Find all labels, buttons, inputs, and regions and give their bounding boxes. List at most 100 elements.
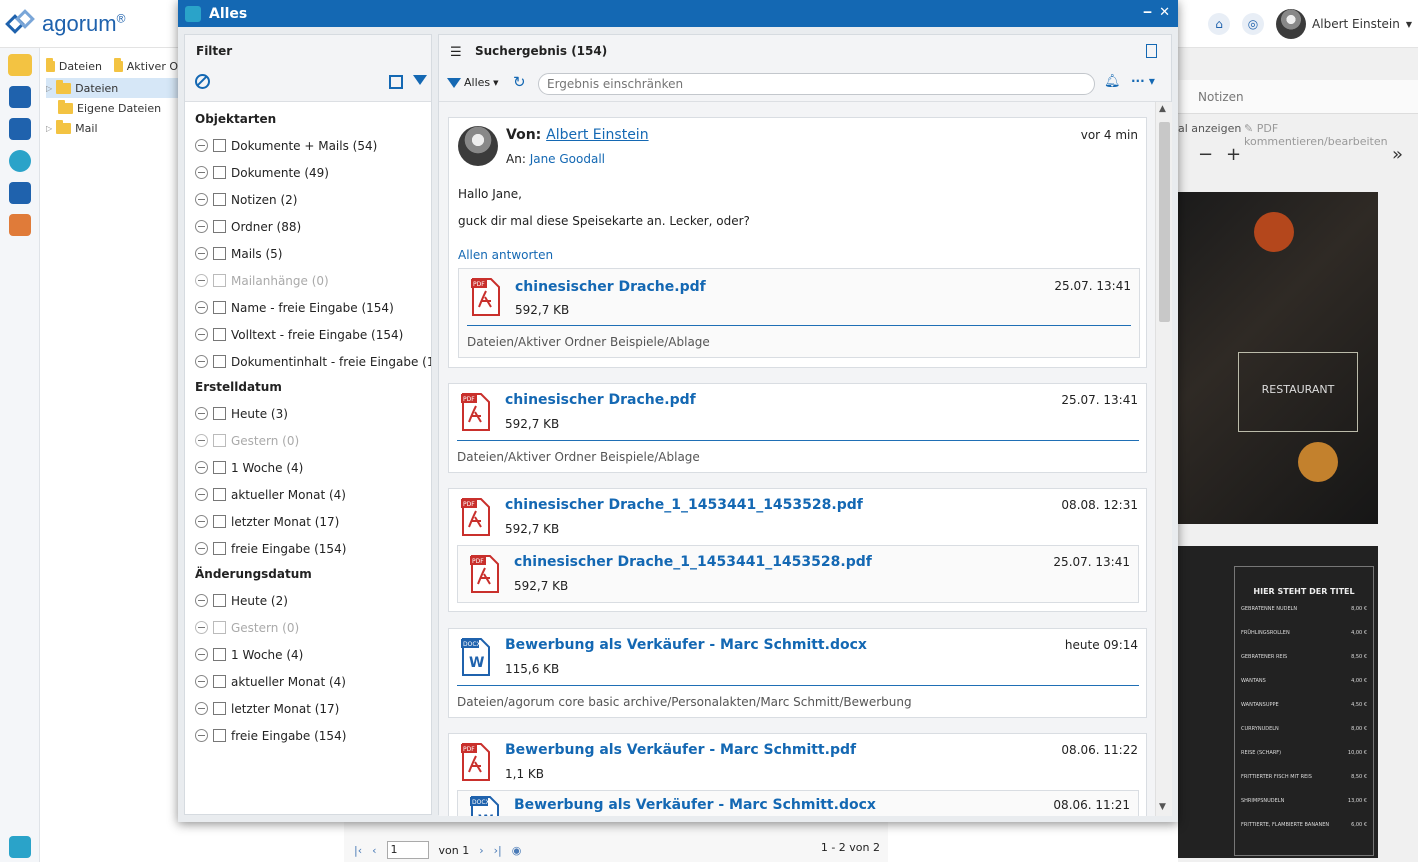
- exclude-icon[interactable]: [195, 434, 208, 447]
- refresh-icon[interactable]: ↻: [513, 73, 526, 91]
- tree-item-eigene-dateien[interactable]: Eigene Dateien: [46, 98, 178, 118]
- reply-all-link[interactable]: Allen antworten: [458, 248, 553, 262]
- exclude-icon[interactable]: [195, 166, 208, 179]
- filter-option[interactable]: Volltext - freie Eingabe (154): [185, 321, 431, 348]
- version-card[interactable]: PDF chinesischer Drache_1_1453441_145352…: [457, 545, 1139, 603]
- filter-option[interactable]: Name - freie Eingabe (154): [185, 294, 431, 321]
- filter-checkbox[interactable]: [213, 301, 226, 314]
- agorum-logo[interactable]: agorum®: [5, 8, 176, 40]
- show-action[interactable]: al anzeigen: [1178, 122, 1241, 135]
- version-card[interactable]: DOCX W Bewerbung als Verkäufer - Marc Sch…: [457, 790, 1139, 816]
- attachment-card[interactable]: PDF chinesischer Drache.pdf 592,7 KB 25.…: [458, 268, 1140, 358]
- filter-checkbox[interactable]: [213, 407, 226, 420]
- eye-icon[interactable]: ◉: [512, 844, 522, 857]
- zoom-in-icon[interactable]: +: [1226, 144, 1241, 165]
- fingerprint-icon[interactable]: ◎: [1242, 13, 1265, 35]
- search-bottom-icon[interactable]: [9, 836, 31, 858]
- sender-link[interactable]: Albert Einstein: [546, 127, 648, 143]
- dialog-titlebar[interactable]: Alles ‒ ✕: [178, 0, 1178, 27]
- exclude-icon[interactable]: [195, 139, 208, 152]
- tree-item-mail[interactable]: ▷ Mail: [46, 118, 178, 138]
- breadcrumb-aktiver[interactable]: Aktiver O: [127, 60, 178, 73]
- exclude-icon[interactable]: [195, 328, 208, 341]
- file-path[interactable]: Dateien/Aktiver Ordner Beispiele/Ablage: [457, 450, 700, 464]
- filter-checkbox[interactable]: [213, 515, 226, 528]
- exclude-icon[interactable]: [195, 220, 208, 233]
- filter-option[interactable]: freie Eingabe (154): [185, 722, 431, 749]
- more-options-icon[interactable]: ··· ▾: [1131, 74, 1155, 88]
- filter-checkbox[interactable]: [213, 488, 226, 501]
- exclude-icon[interactable]: [195, 488, 208, 501]
- file-path[interactable]: Dateien/agorum core basic archive/Person…: [457, 695, 912, 709]
- zoom-out-icon[interactable]: −: [1198, 144, 1213, 165]
- next-page-icon[interactable]: ›: [479, 844, 483, 857]
- exclude-icon[interactable]: [195, 621, 208, 634]
- recipient-link[interactable]: Jane Goodall: [530, 152, 605, 166]
- page-input[interactable]: 1: [386, 841, 429, 859]
- bell-icon[interactable]: 🔔︎: [1104, 74, 1121, 89]
- search-input[interactable]: [538, 73, 1095, 95]
- filter-option[interactable]: Dokumente (49): [185, 159, 431, 186]
- filter-option[interactable]: aktueller Monat (4): [185, 481, 431, 508]
- hamburger-icon[interactable]: ☰: [450, 45, 462, 60]
- scope-dropdown[interactable]: Alles ▼: [447, 76, 499, 89]
- filter-checkbox[interactable]: [213, 220, 226, 233]
- exclude-icon[interactable]: [195, 729, 208, 742]
- exclude-icon[interactable]: [195, 594, 208, 607]
- filter-option[interactable]: Dokumentinhalt - freie Eingabe (154): [185, 348, 431, 375]
- exclude-icon[interactable]: [195, 193, 208, 206]
- file-result-card[interactable]: PDF chinesischer Drache_1_1453441_145352…: [448, 488, 1147, 612]
- bank-icon[interactable]: ⌂: [1208, 13, 1231, 35]
- exclude-icon[interactable]: [195, 274, 208, 287]
- filter-checkbox[interactable]: [213, 648, 226, 661]
- version-name[interactable]: chinesischer Drache_1_1453441_1453528.pd…: [514, 554, 872, 570]
- exclude-icon[interactable]: [195, 407, 208, 420]
- clipboard-icon[interactable]: [9, 118, 31, 140]
- filter-option[interactable]: Dokumente + Mails (54): [185, 132, 431, 159]
- filter-checkbox[interactable]: [213, 166, 226, 179]
- user-menu[interactable]: Albert Einstein ▼: [1276, 9, 1412, 39]
- filter-checkbox[interactable]: [213, 621, 226, 634]
- filter-option[interactable]: freie Eingabe (154): [185, 535, 431, 562]
- filter-checkbox[interactable]: [213, 594, 226, 607]
- filter-checkbox[interactable]: [213, 247, 226, 260]
- scroll-thumb[interactable]: [1159, 122, 1170, 322]
- tab-notizen[interactable]: Notizen: [1198, 90, 1244, 104]
- last-page-icon[interactable]: ›|: [494, 844, 502, 857]
- folder-nav-icon[interactable]: [8, 54, 32, 76]
- filter-checkbox[interactable]: [213, 328, 226, 341]
- document-icon[interactable]: [1146, 44, 1157, 58]
- filter-option[interactable]: Gestern (0): [185, 614, 431, 641]
- filter-checkbox[interactable]: [213, 434, 226, 447]
- reset-filter-icon[interactable]: [195, 74, 210, 89]
- filter-option[interactable]: 1 Woche (4): [185, 454, 431, 481]
- exclude-icon[interactable]: [195, 542, 208, 555]
- exclude-icon[interactable]: [195, 355, 208, 368]
- breadcrumb-dateien[interactable]: Dateien: [59, 60, 102, 73]
- filter-checkbox[interactable]: [213, 702, 226, 715]
- exclude-icon[interactable]: [195, 675, 208, 688]
- filter-checkbox[interactable]: [213, 675, 226, 688]
- exclude-icon[interactable]: [195, 301, 208, 314]
- double-chevron-icon[interactable]: »: [1392, 144, 1403, 165]
- file-name[interactable]: chinesischer Drache_1_1453441_1453528.pd…: [505, 497, 863, 513]
- mail-result-card[interactable]: Von: Albert Einstein An: Jane Goodall vo…: [448, 117, 1147, 368]
- filter-option[interactable]: Mails (5): [185, 240, 431, 267]
- results-scrollbar[interactable]: ▲ ▼: [1155, 102, 1172, 816]
- filter-option[interactable]: Ordner (88): [185, 213, 431, 240]
- filter-checkbox[interactable]: [213, 729, 226, 742]
- filter-funnel-icon[interactable]: [413, 75, 427, 85]
- file-name[interactable]: Bewerbung als Verkäufer - Marc Schmitt.p…: [505, 742, 856, 758]
- prev-page-icon[interactable]: ‹: [372, 844, 376, 857]
- filter-option[interactable]: Notizen (2): [185, 186, 431, 213]
- filter-checkbox[interactable]: [213, 193, 226, 206]
- filter-checkbox[interactable]: [213, 139, 226, 152]
- exclude-icon[interactable]: [195, 702, 208, 715]
- first-page-icon[interactable]: |‹: [354, 844, 362, 857]
- filter-option[interactable]: Heute (2): [185, 587, 431, 614]
- select-icon[interactable]: [389, 75, 403, 89]
- filter-option[interactable]: Mailanhänge (0): [185, 267, 431, 294]
- tree-item-dateien[interactable]: ▷ Dateien: [46, 78, 178, 98]
- filter-checkbox[interactable]: [213, 355, 226, 368]
- filter-checkbox[interactable]: [213, 542, 226, 555]
